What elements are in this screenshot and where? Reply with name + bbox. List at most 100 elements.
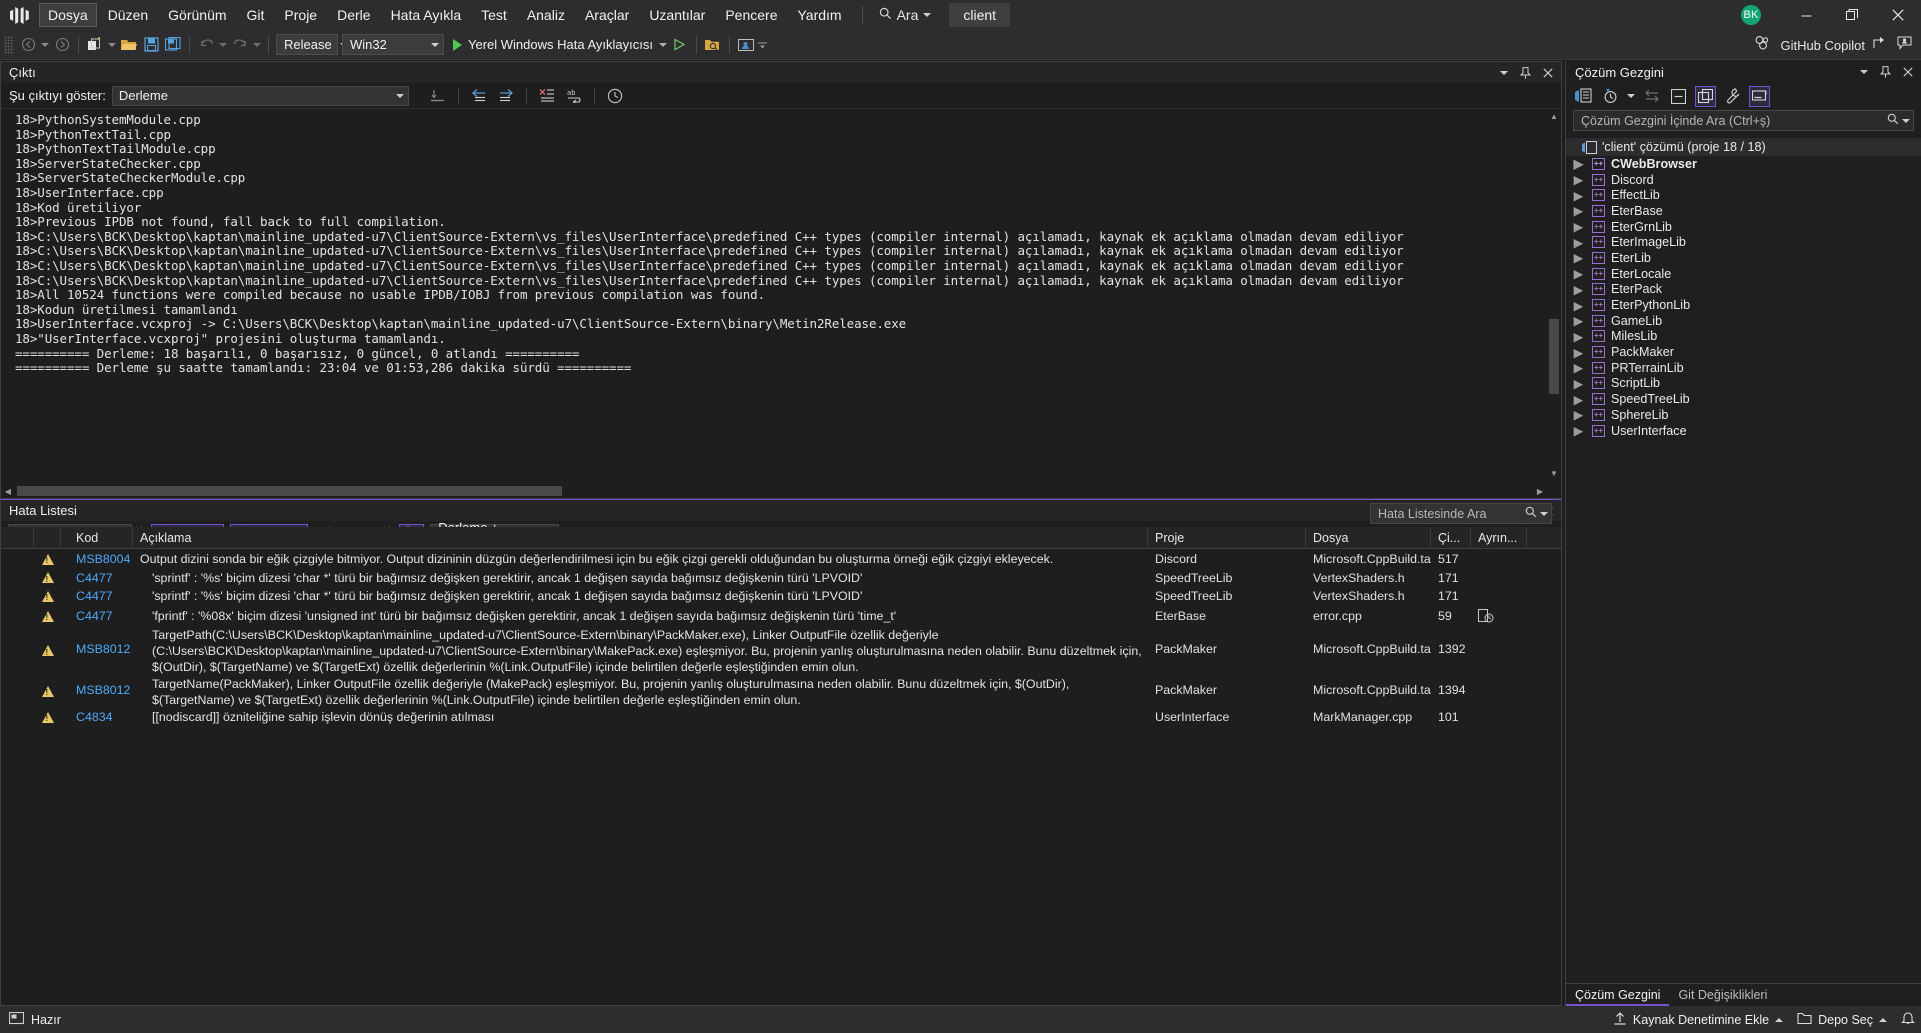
col-header-code[interactable]: Kod — [69, 527, 133, 549]
chevron-right-icon[interactable]: ▶ — [1572, 236, 1585, 249]
col-header-details[interactable]: Ayrın... — [1471, 527, 1527, 549]
feedback-icon[interactable] — [1897, 36, 1913, 55]
menu-item-git[interactable]: Git — [238, 3, 274, 27]
chevron-right-icon[interactable]: ▶ — [1572, 220, 1585, 233]
solution-tree[interactable]: 'client' çözümü (proje 18 / 18) ▶ ++ CWe… — [1566, 138, 1921, 960]
notifications-button[interactable] — [1901, 1011, 1915, 1028]
row-code[interactable]: C4834 — [69, 710, 133, 724]
sync-with-active-document-icon[interactable] — [1641, 86, 1662, 107]
chevron-right-icon[interactable]: ▶ — [1572, 157, 1585, 170]
table-row[interactable]: C4477 'sprintf' : '%s' biçim dizesi 'cha… — [1, 586, 1561, 606]
sidebar-item-cwebbrowser[interactable]: ▶ ++ CWebBrowser — [1566, 156, 1921, 172]
error-list-drag-handle[interactable] — [85, 510, 1489, 511]
output-horizontal-scrollbar[interactable]: ◀ ▶ — [1, 484, 1547, 498]
output-panel-dropdown-icon[interactable] — [1497, 65, 1510, 80]
redo-dropdown-icon[interactable] — [251, 34, 263, 56]
chevron-right-icon[interactable]: ▶ — [1572, 330, 1585, 343]
row-code[interactable]: MSB8004 — [69, 552, 133, 566]
menu-item-yardim[interactable]: Yardım — [789, 3, 851, 27]
output-panel-close-icon[interactable] — [1541, 65, 1554, 80]
row-details-copy-icon[interactable] — [1471, 609, 1527, 624]
solution-explorer-search-input[interactable]: Çözüm Gezgini İçinde Ara (Ctrl+ş) — [1573, 110, 1914, 131]
col-header-sortglyph[interactable] — [61, 527, 69, 549]
table-row[interactable]: C4834 [[nodiscard]] özniteliğine sahip i… — [1, 707, 1561, 727]
sidebar-item-eterpythonlib[interactable]: ▶ ++ EterPythonLib — [1566, 297, 1921, 313]
row-code[interactable]: C4477 — [69, 589, 133, 603]
chevron-right-icon[interactable]: ▶ — [1572, 424, 1585, 437]
sidebar-item-prterrainlib[interactable]: ▶ ++ PRTerrainLib — [1566, 360, 1921, 376]
sidebar-item-eterlib[interactable]: ▶ ++ EterLib — [1566, 250, 1921, 266]
col-header-severity[interactable] — [34, 527, 61, 549]
pending-changes-filter-icon[interactable] — [1600, 86, 1621, 107]
collapse-all-icon[interactable] — [1668, 86, 1689, 107]
properties-icon[interactable] — [1722, 86, 1743, 107]
sidebar-item-eterpack[interactable]: ▶ ++ EterPack — [1566, 282, 1921, 298]
sidebar-item-spherelib[interactable]: ▶ ++ SphereLib — [1566, 407, 1921, 423]
chevron-right-icon[interactable]: ▶ — [1572, 189, 1585, 202]
sidebar-item-eterlocale[interactable]: ▶ ++ EterLocale — [1566, 266, 1921, 282]
toggle-word-wrap-icon[interactable]: ab — [565, 87, 583, 105]
redo-icon[interactable] — [229, 34, 251, 56]
row-code[interactable]: C4477 — [69, 609, 133, 623]
menu-item-uzantilar[interactable]: Uzantılar — [640, 3, 714, 27]
output-hscroll-thumb[interactable] — [17, 486, 562, 496]
chevron-right-icon[interactable]: ▶ — [1572, 361, 1585, 374]
chevron-right-icon[interactable]: ▶ — [1572, 251, 1585, 264]
col-header-description[interactable]: Açıklama — [133, 527, 1148, 549]
save-all-icon[interactable] — [162, 34, 184, 56]
col-header-line[interactable]: Çi... — [1431, 527, 1471, 549]
chevron-right-icon[interactable]: ▶ — [1572, 283, 1585, 296]
previous-message-icon[interactable] — [470, 87, 488, 105]
table-row[interactable]: MSB8012 TargetName(PackMaker), Linker Ou… — [1, 675, 1561, 707]
save-icon[interactable] — [140, 34, 162, 56]
sidebar-item-gamelib[interactable]: ▶ ++ GameLib — [1566, 313, 1921, 329]
chevron-right-icon[interactable]: ▶ — [1572, 346, 1585, 359]
copilot-icon[interactable] — [1754, 35, 1772, 55]
live-share-icon[interactable] — [735, 34, 757, 56]
next-message-icon[interactable] — [497, 87, 515, 105]
table-row[interactable]: MSB8012 TargetPath(C:\Users\BCK\Desktop\… — [1, 626, 1561, 675]
sidebar-item-eterbase[interactable]: ▶ ++ EterBase — [1566, 203, 1921, 219]
menu-item-test[interactable]: Test — [472, 3, 516, 27]
toolbar-grip[interactable] — [4, 36, 14, 54]
table-row[interactable]: C4477 'fprintf' : '%08x' biçim dizesi 'u… — [1, 606, 1561, 626]
toolbar-overflow-icon[interactable] — [757, 34, 769, 56]
menu-item-hata-ayikla[interactable]: Hata Ayıkla — [382, 3, 471, 27]
sidebar-item-discord[interactable]: ▶ ++ Discord — [1566, 172, 1921, 188]
new-project-icon[interactable] — [84, 34, 106, 56]
row-code[interactable]: C4477 — [69, 571, 133, 585]
col-header-blank[interactable] — [1, 527, 34, 549]
solution-explorer-close-icon[interactable] — [1901, 65, 1914, 80]
chevron-right-icon[interactable]: ▶ — [1572, 173, 1585, 186]
menu-item-pencere[interactable]: Pencere — [716, 3, 786, 27]
minimize-button[interactable] — [1783, 0, 1829, 30]
chevron-right-icon[interactable]: ▶ — [1572, 393, 1585, 406]
solution-explorer-dropdown-icon[interactable] — [1857, 65, 1870, 80]
menu-item-dosya[interactable]: Dosya — [39, 3, 97, 27]
avatar[interactable]: BK — [1741, 5, 1761, 25]
menu-item-araclar[interactable]: Araçlar — [576, 3, 638, 27]
row-code[interactable]: MSB8012 — [69, 675, 133, 697]
table-row[interactable]: MSB8004 Output dizini sonda bir eğik çiz… — [1, 549, 1561, 569]
output-vscroll-thumb[interactable] — [1549, 319, 1559, 394]
restore-button[interactable] — [1829, 0, 1875, 30]
add-to-source-control-button[interactable]: Kaynak Denetimine Ekle — [1613, 1012, 1783, 1028]
close-button[interactable] — [1875, 0, 1921, 30]
menu-item-derle[interactable]: Derle — [328, 3, 379, 27]
solution-name-chip[interactable]: client — [949, 3, 1010, 27]
global-search[interactable]: Ara — [873, 5, 938, 25]
row-code[interactable]: MSB8012 — [69, 626, 133, 656]
share-icon[interactable] — [1873, 36, 1889, 55]
start-debug-icon[interactable] — [446, 34, 468, 56]
navigate-backward-icon[interactable] — [17, 34, 39, 56]
chevron-right-icon[interactable]: ▶ — [1572, 377, 1585, 390]
show-all-files-icon[interactable] — [1695, 86, 1716, 107]
col-header-project[interactable]: Proje — [1148, 527, 1306, 549]
table-row[interactable]: C4477 'sprintf' : '%s' biçim dizesi 'cha… — [1, 569, 1561, 586]
col-header-file[interactable]: Dosya — [1306, 527, 1431, 549]
debug-target-dropdown-icon[interactable] — [657, 34, 669, 56]
chevron-right-icon[interactable]: ▶ — [1572, 267, 1585, 280]
back-dropdown-icon[interactable] — [39, 34, 51, 56]
toggle-timestamps-icon[interactable] — [606, 87, 624, 105]
search-folder-icon[interactable] — [702, 34, 724, 56]
